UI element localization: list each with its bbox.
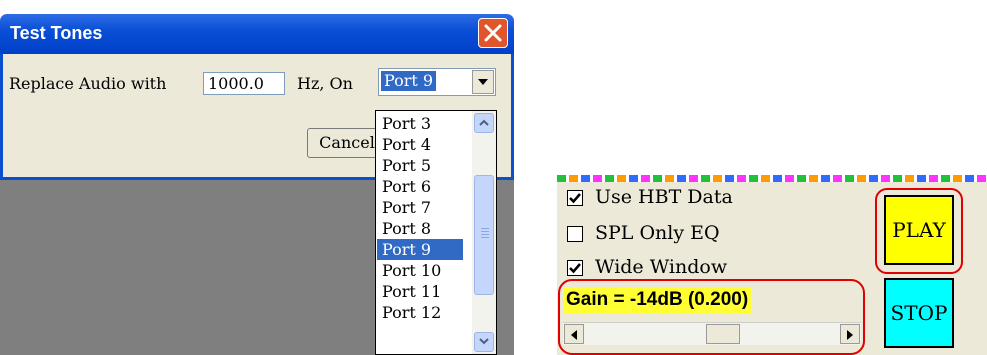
stop-button[interactable]: STOP [884,278,954,348]
port-option[interactable]: Port 3 [377,113,463,134]
dropdown-scrollbar[interactable] [472,111,496,354]
frequency-input[interactable]: 1000.0 [203,72,285,95]
wide-window-checkbox[interactable] [567,260,583,276]
port-option[interactable]: Port 12 [377,302,463,323]
scroll-up-button[interactable] [474,113,494,133]
port-option[interactable]: Port 7 [377,197,463,218]
use-hbt-data-checkbox[interactable] [567,190,583,206]
port-option[interactable]: Port 10 [377,260,463,281]
port-option[interactable] [377,323,463,344]
port-option[interactable]: Port 4 [377,134,463,155]
port-option[interactable]: Port 5 [377,155,463,176]
port-select-dropdown-button[interactable] [472,70,494,94]
close-icon [484,24,502,42]
spl-only-eq-checkbox[interactable] [567,226,583,242]
hz-on-label: Hz, On [297,74,353,93]
port-option[interactable]: Port 11 [377,281,463,302]
gain-highlight-box [558,279,865,355]
play-highlight-box [875,188,963,274]
port-option[interactable]: Port 6 [377,176,463,197]
use-hbt-data-label: Use HBT Data [595,186,733,208]
port-dropdown-list: Port 3 Port 4 Port 5 Port 6 Port 7 Port … [375,110,497,355]
wide-window-label: Wide Window [595,256,728,278]
scroll-thumb[interactable] [474,175,494,295]
chevron-down-icon [478,79,488,85]
port-option[interactable]: Port 9 [377,239,463,260]
port-select[interactable]: Port 9 [378,68,496,96]
checkmark-icon [569,263,581,274]
close-button[interactable] [478,18,508,48]
port-select-value: Port 9 [381,71,437,91]
replace-audio-label: Replace Audio with [9,74,167,93]
port-option[interactable]: Port 8 [377,218,463,239]
control-panel: Use HBT Data SPL Only EQ Wide Window Gai… [557,175,987,355]
chevron-up-icon [479,119,489,126]
scroll-down-button[interactable] [474,332,494,352]
channel-color-strip [557,175,987,182]
dialog-title: Test Tones [10,23,103,43]
spl-only-eq-label: SPL Only EQ [595,222,720,244]
checkmark-icon [569,193,581,204]
chevron-down-icon [479,338,489,345]
dialog-titlebar[interactable]: Test Tones [0,14,514,54]
